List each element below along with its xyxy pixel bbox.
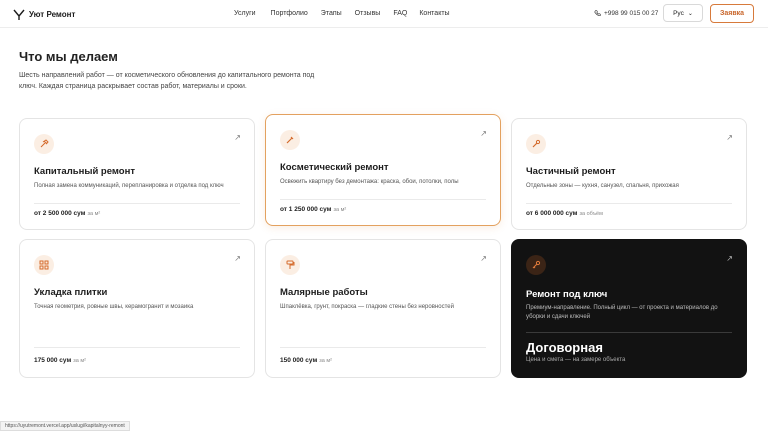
status-url-bar: https://uyutremont.vercel.app/uslugi/kap… (0, 421, 130, 431)
price-contract-label: Договорная (526, 340, 603, 355)
paint-roller-icon (280, 255, 300, 275)
card-divider (526, 203, 732, 204)
language-select[interactable]: Рус ⌄ (663, 4, 703, 22)
request-button[interactable]: Заявка (710, 4, 754, 23)
section-title: Что мы делаем (19, 49, 118, 64)
phone-link[interactable]: +998 99 015 00 27 (594, 10, 658, 17)
card-description: Полная замена коммуникаций, перепланиров… (34, 183, 224, 189)
nav-link-portfolio[interactable]: Портфолио (271, 10, 308, 17)
hammer-icon (34, 134, 54, 154)
card-title: Капитальный ремонт (34, 166, 135, 177)
card-description: Освежить квартиру без демонтажа: краска,… (280, 179, 459, 185)
nav-link-reviews[interactable]: Отзывы (355, 10, 381, 17)
tiles-icon (34, 255, 54, 275)
service-card-turnkey[interactable]: ↗ Ремонт под ключ Премиум-направление. П… (511, 239, 747, 378)
card-price: от 6 000 000 сум за объём (526, 210, 603, 217)
nav-link-contacts[interactable]: Контакты (419, 10, 449, 17)
language-label: Рус (673, 9, 684, 17)
card-description: Шпаклёвка, грунт, покраска — гладкие сте… (280, 304, 454, 310)
service-card-capital[interactable]: ↗ Капитальный ремонт Полная замена комму… (19, 118, 255, 230)
key-icon (526, 255, 546, 275)
card-title: Укладка плитки (34, 287, 108, 298)
arrow-up-right-icon: ↗ (480, 129, 487, 138)
card-title: Частичный ремонт (526, 166, 616, 177)
price-note: Цена и смета — на замере объекта (526, 357, 626, 363)
main-nav: Услуги Портфолио Этапы Отзывы FAQ Контак… (234, 10, 450, 17)
card-divider (280, 199, 486, 200)
service-card-painting[interactable]: ↗ Малярные работы Шпаклёвка, грунт, покр… (265, 239, 501, 378)
service-card-tiles[interactable]: ↗ Укладка плитки Точная геометрия, ровны… (19, 239, 255, 378)
card-divider (280, 347, 486, 348)
chevron-down-icon: ⌄ (687, 10, 693, 17)
card-title: Малярные работы (280, 287, 368, 298)
brand-name: Уют Ремонт (29, 9, 76, 19)
card-divider (34, 347, 240, 348)
card-price: 150 000 сум за м² (280, 357, 332, 364)
card-description: Отдельные зоны — кухня, санузел, спальня… (526, 183, 679, 189)
nav-link-services[interactable]: Услуги (234, 10, 256, 17)
wrench-icon (526, 134, 546, 154)
card-description: Премиум-направление. Полный цикл — от пр… (526, 305, 718, 320)
arrow-up-right-icon: ↗ (726, 133, 733, 142)
card-price: от 1 250 000 сум за м² (280, 206, 347, 213)
card-title: Косметический ремонт (280, 162, 389, 173)
section-description: Шесть направлений работ — от косметическ… (19, 72, 315, 90)
card-divider (526, 332, 732, 333)
brush-icon (280, 130, 300, 150)
logo-y-icon (13, 8, 25, 20)
card-price: от 2 500 000 сум за м² (34, 210, 101, 217)
service-card-partial[interactable]: ↗ Частичный ремонт Отдельные зоны — кухн… (511, 118, 747, 230)
card-price: 175 000 сум за м² (34, 357, 86, 364)
nav-link-faq[interactable]: FAQ (393, 10, 407, 17)
phone-icon (594, 10, 601, 17)
arrow-up-right-icon: ↗ (234, 133, 241, 142)
arrow-up-right-icon: ↗ (480, 254, 487, 263)
arrow-up-right-icon: ↗ (726, 254, 733, 263)
card-description: Точная геометрия, ровные швы, керамогран… (34, 304, 194, 310)
top-navbar: Уют Ремонт Услуги Портфолио Этапы Отзывы… (0, 0, 768, 28)
phone-number: +998 99 015 00 27 (604, 10, 659, 17)
card-divider (34, 203, 240, 204)
card-title: Ремонт под ключ (526, 289, 608, 300)
nav-link-stages[interactable]: Этапы (321, 10, 342, 17)
brand-logo[interactable]: Уют Ремонт (13, 8, 75, 20)
arrow-up-right-icon: ↗ (234, 254, 241, 263)
service-card-cosmetic[interactable]: ↗ Косметический ремонт Освежить квартиру… (265, 114, 501, 226)
